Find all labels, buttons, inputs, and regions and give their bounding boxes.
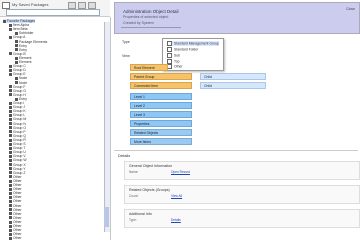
folder-icon	[3, 19, 6, 23]
hierarchy-box[interactable]: More Items	[130, 138, 192, 145]
refresh-button[interactable]	[68, 2, 76, 9]
dropdown-option[interactable]: Sub	[167, 53, 180, 58]
hierarchy-box[interactable]: Level 3	[130, 111, 192, 118]
details-section: Details General Object Information Name:…	[114, 150, 360, 241]
header-subline: Created by System	[123, 21, 154, 25]
hierarchy-box[interactable]: Related Objects	[130, 129, 192, 136]
detail-entry: General Object Information Name: Open Re…	[124, 161, 360, 180]
detail-pane: Administration Object Detail Properties …	[112, 0, 360, 241]
detail-header: Administration Object Detail Properties …	[114, 2, 360, 34]
entry-link[interactable]: Open Record	[171, 170, 190, 174]
hierarchy-box[interactable]: Level 2	[130, 102, 192, 109]
type-label: Type	[122, 40, 130, 44]
folder-icon[interactable]	[2, 2, 10, 9]
detail-entry: Related Objects (Groups) Count: View All	[124, 185, 360, 204]
hierarchy-box[interactable]: Child	[200, 82, 266, 89]
hierarchy-box[interactable]: Parent Group	[130, 73, 192, 80]
detail-entry: Additional Info Type: Details	[124, 209, 360, 228]
checkbox-icon	[167, 53, 172, 58]
navigation-tree: Favorite Packages Item Alpha Item Beta Subf…	[0, 17, 111, 240]
checkbox-icon	[167, 41, 172, 46]
dropdown-option[interactable]: Standard Folder	[167, 47, 198, 52]
hierarchy-box[interactable]: Connected Item	[130, 82, 192, 89]
hierarchy-box[interactable]: Properties	[130, 120, 192, 127]
tree-scrollbar[interactable]	[104, 22, 110, 232]
checkbox-icon	[167, 47, 172, 52]
section-title: Details	[118, 153, 131, 158]
collapse-button[interactable]	[88, 2, 96, 9]
header-title: Administration Object Detail	[123, 9, 179, 14]
folder-icon	[9, 36, 12, 39]
entry-title: General Object Information	[129, 164, 173, 168]
tree-search-input[interactable]	[6, 9, 100, 16]
folder-icon	[9, 93, 12, 97]
entry-sub: Count:	[129, 194, 139, 198]
view-label: View	[122, 54, 130, 58]
folder-icon	[9, 72, 12, 76]
dropdown-option[interactable]: Other	[167, 64, 182, 69]
tree-toolbar: My Saved Packages	[0, 0, 110, 17]
toolbar-title: My Saved Packages	[12, 2, 49, 7]
entry-title: Related Objects (Groups)	[129, 188, 170, 192]
dropdown-option[interactable]: Standard Management Group	[167, 41, 219, 46]
hierarchy-box[interactable]: Child	[200, 73, 266, 80]
folder-icon	[9, 27, 12, 31]
entry-sub: Name:	[129, 170, 139, 174]
folder-icon	[9, 52, 12, 56]
type-dropdown[interactable]: Standard Management Group Standard Folde…	[162, 38, 224, 71]
header-divider	[121, 27, 181, 28]
hierarchy-box[interactable]: Root Element	[130, 64, 168, 71]
close-link[interactable]: Close	[346, 7, 355, 11]
hierarchy-box[interactable]: Level 1	[130, 93, 192, 100]
expand-button[interactable]	[78, 2, 86, 9]
entry-link[interactable]: View All	[171, 194, 182, 198]
entry-title: Additional Info	[129, 212, 152, 216]
header-subtitle: Properties of selected object	[123, 15, 169, 19]
entry-link[interactable]: Details	[171, 218, 181, 222]
entry-sub: Type:	[129, 218, 137, 222]
tree-scroll-thumb[interactable]	[104, 207, 109, 227]
